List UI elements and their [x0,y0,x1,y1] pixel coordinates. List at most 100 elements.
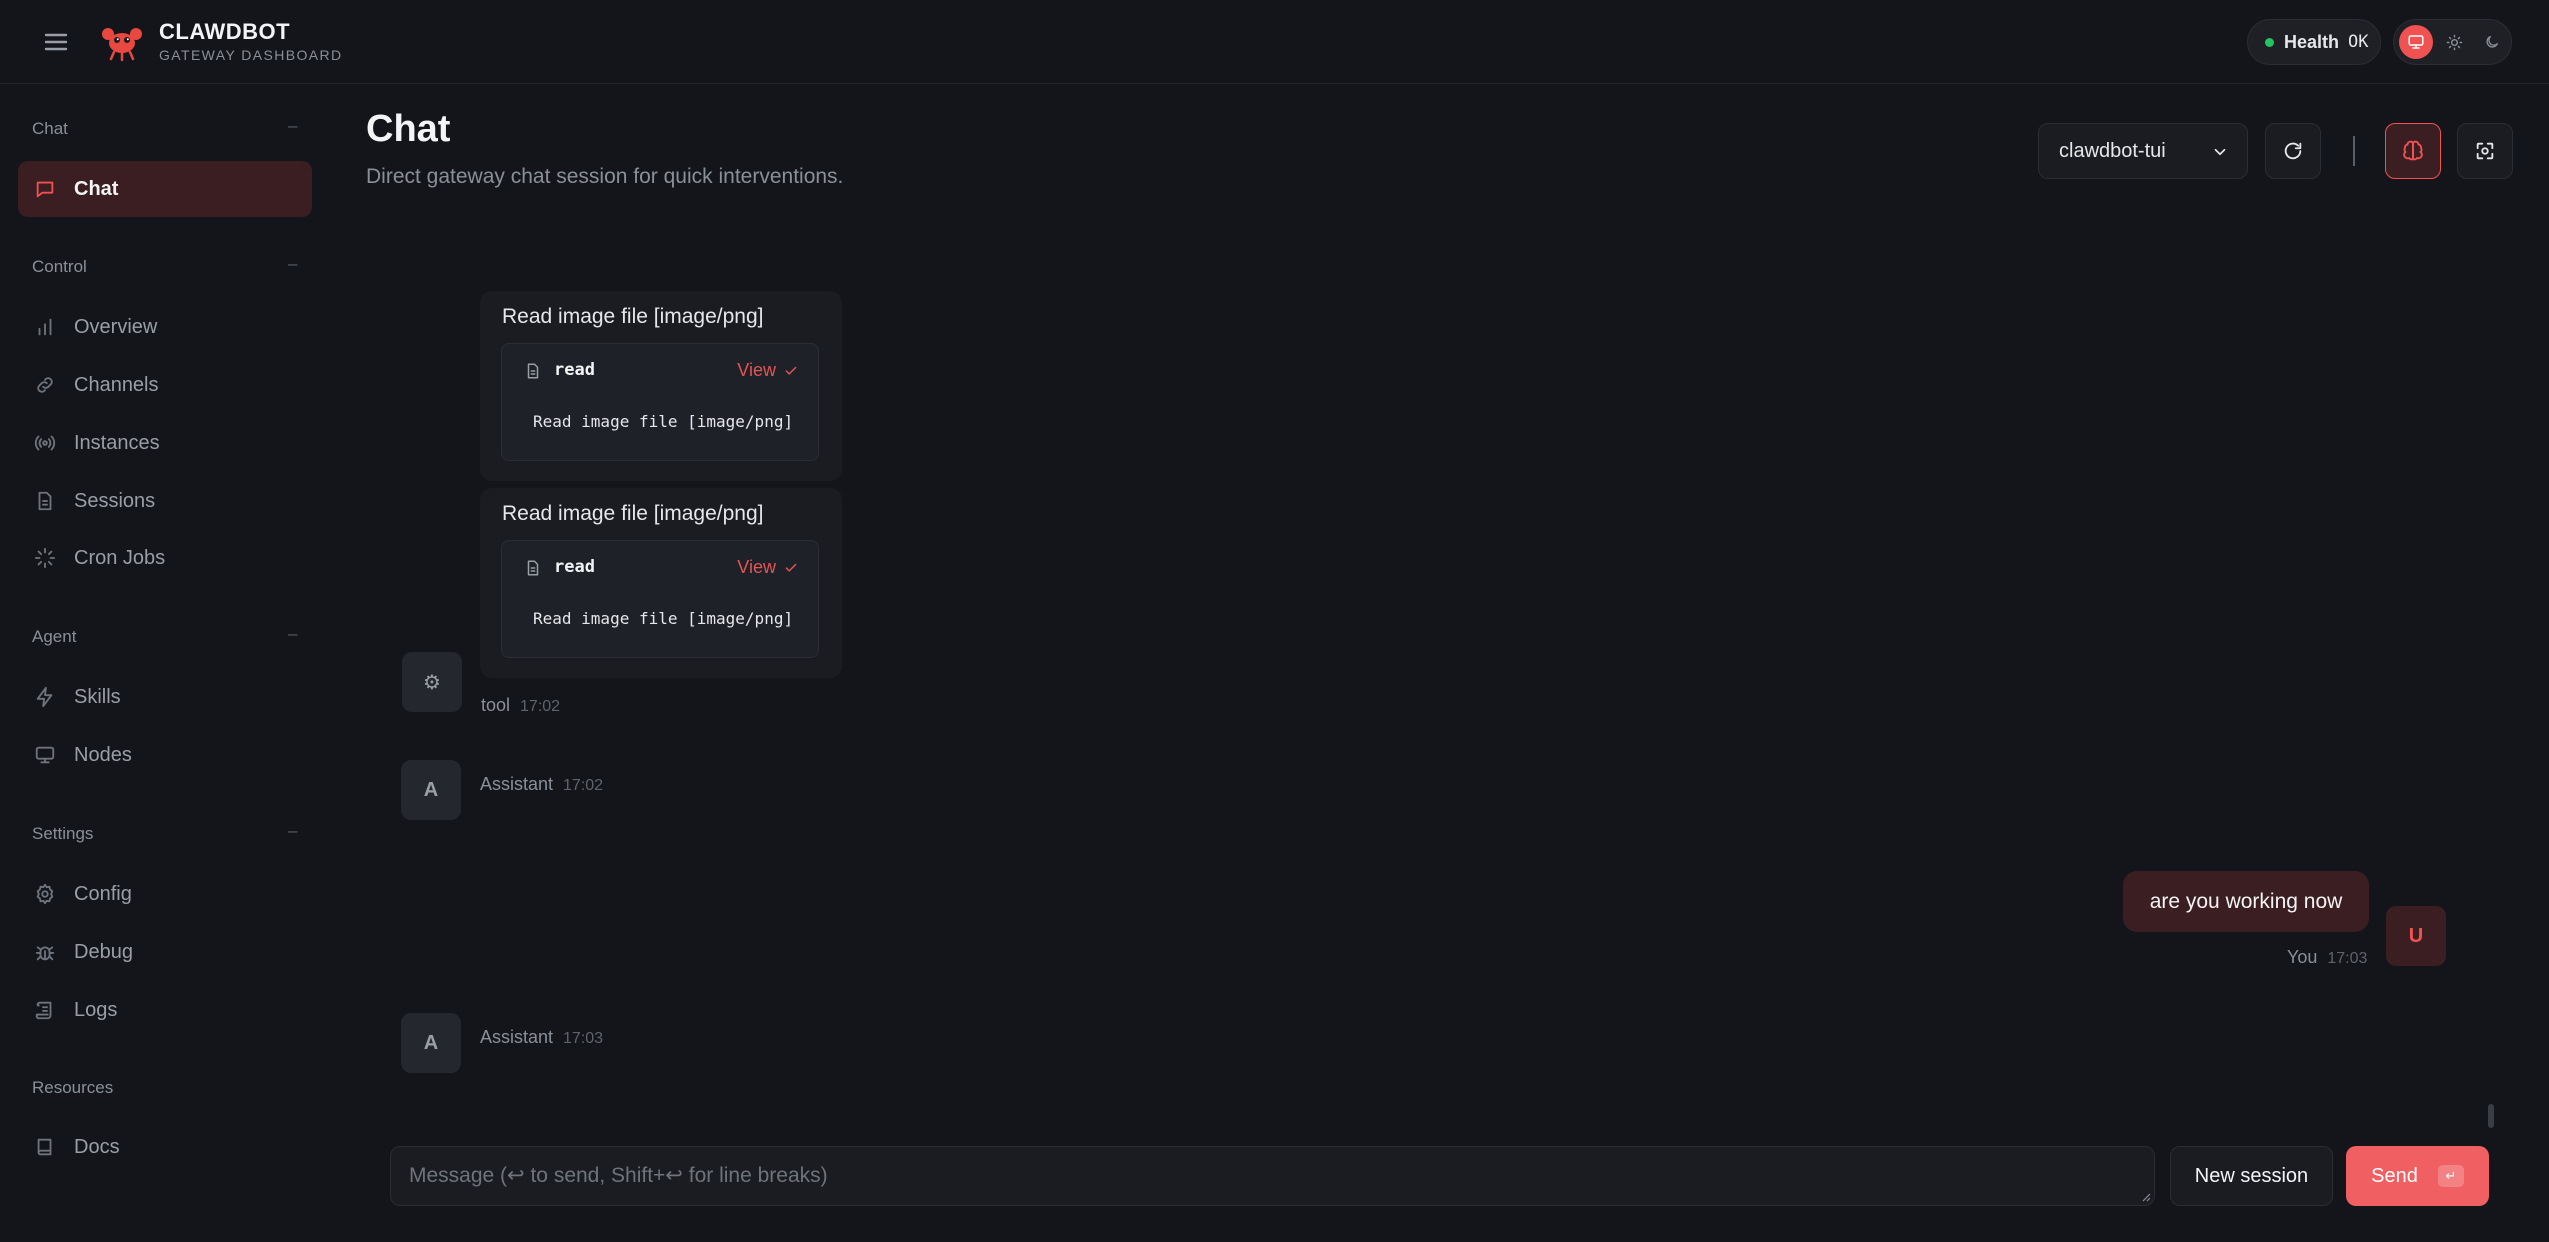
bug-icon [35,946,55,961]
chat-scrollbar[interactable] [2488,1104,2494,1128]
message-icon [36,181,54,198]
tool-call-block: read View Read image file [image/png] [501,343,819,461]
brain-icon [2403,140,2423,161]
sidebar-item-debug[interactable]: Debug [18,924,312,980]
crab-logo-icon [100,22,144,62]
sidebar-item-label: Chat [74,177,119,200]
resize-handle-icon[interactable] [2141,1192,2151,1202]
section-settings[interactable]: Settings [32,824,93,844]
sidebar-item-label: Config [74,882,132,905]
zap-icon [36,686,53,708]
tool-name: read [554,360,595,380]
collapse-agent-icon[interactable]: – [288,624,297,644]
sidebar-item-label: Nodes [74,743,132,766]
sidebar-item-channels[interactable]: Channels [18,357,312,413]
focus-icon [2476,142,2494,160]
sidebar-item-label: Overview [74,315,158,338]
collapse-settings-icon[interactable]: – [288,821,297,841]
toolbar-divider [2353,136,2355,166]
radio-icon [34,435,56,451]
message-input[interactable]: Message (↩ to send, Shift+↩ for line bre… [390,1146,2155,1206]
sender-name: Assistant [480,1027,554,1047]
section-agent[interactable]: Agent [32,627,76,647]
sidebar-item-sessions[interactable]: Sessions [18,473,312,529]
file-icon [527,560,539,576]
sidebar-item-nodes[interactable]: Nodes [18,727,312,783]
send-label: Send [2371,1164,2418,1187]
section-resources: Resources [32,1078,114,1097]
sidebar-item-label: Channels [74,373,159,396]
bar-chart-icon [38,318,52,336]
sender-name: Assistant [480,774,554,794]
tool-name: read [554,557,595,577]
tool-view-link[interactable]: View [737,557,798,578]
health-status-dot [2265,37,2274,47]
thinking-toggle-button[interactable] [2385,123,2441,179]
top-bar: CLAWDBOT GATEWAY DASHBOARD Health OK [0,0,2549,84]
sidebar-item-instances[interactable]: Instances [18,415,312,471]
loader-icon [34,547,56,569]
new-session-button[interactable]: New session [2170,1146,2333,1206]
sidebar-item-label: Docs [74,1135,120,1158]
tool-card-title: Read image file [image/png] [502,305,764,328]
sidebar-item-label: Instances [74,431,160,454]
tool-output: Read image file [image/png] [533,412,794,431]
link-icon [37,377,53,393]
page-subtitle: Direct gateway chat session for quick in… [366,165,844,188]
monitor-icon [35,746,55,764]
tool-output: Read image file [image/png] [533,609,794,628]
collapse-control-icon[interactable]: – [288,254,297,274]
check-icon [785,366,797,375]
sidebar-item-label: Cron Jobs [74,546,166,569]
focus-mode-button[interactable] [2457,123,2513,179]
book-icon [37,1138,52,1156]
health-value: OK [2348,32,2369,52]
tool-result-card: Read image file [image/png] read View Re… [480,291,842,481]
sidebar-item-chat[interactable]: Chat [18,161,312,217]
collapse-chat-icon[interactable]: – [288,116,297,136]
refresh-button[interactable] [2265,123,2321,179]
menu-toggle-icon[interactable] [40,26,72,58]
gear-icon [36,883,54,905]
assistant-avatar: A [401,760,461,820]
moon-icon [2486,36,2498,48]
sidebar: Chat – Chat Control – Overview Channels … [0,85,330,1242]
message-input-placeholder: Message (↩ to send, Shift+↩ for line bre… [409,1164,828,1187]
tool-view-link[interactable]: View [737,360,798,381]
section-chat[interactable]: Chat [32,119,68,139]
sender-name: tool [481,695,511,715]
theme-switcher [2393,19,2512,65]
file-icon [38,491,52,511]
tool-card-title: Read image file [image/png] [502,502,764,525]
theme-light-button[interactable] [2437,25,2471,59]
user-message-bubble: are you working now [2123,871,2369,932]
sidebar-item-skills[interactable]: Skills [18,669,312,725]
session-select[interactable]: clawdbot-tui [2038,123,2248,179]
section-control[interactable]: Control [32,257,87,277]
sidebar-item-logs[interactable]: Logs [18,982,312,1038]
health-label: Health [2284,31,2340,52]
message-time: 17:02 [563,777,604,794]
sidebar-item-cron-jobs[interactable]: Cron Jobs [18,530,312,586]
send-button[interactable]: Send ↵ [2346,1146,2489,1206]
sidebar-item-config[interactable]: Config [18,866,312,922]
message-time: 17:03 [2327,950,2368,967]
health-badge: Health OK [2247,19,2381,65]
tool-message-meta: tool 17:02 [481,695,560,716]
sidebar-item-overview[interactable]: Overview [18,299,312,355]
theme-dark-button[interactable] [2475,25,2509,59]
assistant-message-meta: Assistant 17:03 [480,1027,603,1048]
theme-system-button[interactable] [2399,25,2433,59]
sidebar-item-label: Logs [74,998,118,1021]
scroll-icon [35,1001,52,1020]
check-icon [785,563,797,572]
brand-name: CLAWDBOT [159,19,291,44]
sidebar-item-label: Sessions [74,489,156,512]
sidebar-item-docs[interactable]: Docs [18,1119,312,1175]
page-title: Chat [366,108,451,150]
tool-result-card: Read image file [image/png] read View Re… [480,488,842,678]
monitor-icon [2408,35,2424,49]
refresh-icon [2284,142,2302,160]
file-icon [527,363,539,379]
sun-icon [2446,34,2462,50]
